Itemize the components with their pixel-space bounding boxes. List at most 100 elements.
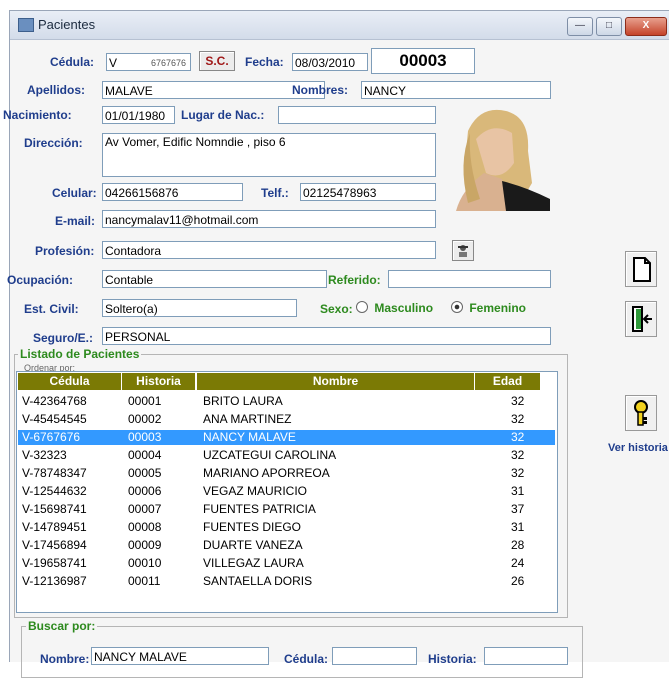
cell-historia: 00003: [128, 430, 162, 444]
table-row[interactable]: V-12136987 00011 SANTAELLA DORIS 26: [18, 574, 555, 589]
person-search-icon: [458, 245, 468, 257]
sexo-femenino-radio[interactable]: Femenino: [451, 301, 526, 315]
cell-edad: 37: [511, 502, 525, 516]
cell-nombre: SANTAELLA DORIS: [203, 574, 313, 588]
minimize-button[interactable]: —: [567, 17, 593, 36]
cell-nombre: BRITO LAURA: [203, 394, 283, 408]
cell-historia: 00006: [128, 484, 162, 498]
new-button[interactable]: [625, 251, 657, 287]
referido-field[interactable]: [388, 270, 551, 288]
table-row[interactable]: V-45454545 00002 ANA MARTINEZ 32: [18, 412, 555, 427]
profesion-label: Profesión:: [35, 244, 95, 258]
close-button[interactable]: X: [625, 17, 667, 36]
seguro-field[interactable]: PERSONAL: [102, 327, 551, 345]
cell-cedula: V-12136987: [22, 574, 87, 588]
estcivil-field[interactable]: Soltero(a): [102, 299, 297, 317]
patients-table: Cédula Historia Nombre Edad V-42364768 00…: [16, 371, 558, 613]
fecha-field[interactable]: 08/03/2010: [292, 53, 368, 71]
nacimiento-field[interactable]: 01/01/1980: [102, 106, 175, 124]
cell-nombre: DUARTE VANEZA: [203, 538, 303, 552]
fecha-label: Fecha:: [245, 55, 284, 69]
table-row[interactable]: V-19658741 00010 VILLEGAZ LAURA 24: [18, 556, 555, 571]
cell-nombre: FUENTES DIEGO: [203, 520, 302, 534]
lugar-field[interactable]: [278, 106, 436, 124]
buscar-cedula-label: Cédula:: [284, 652, 329, 666]
key-icon: [634, 400, 648, 426]
cedula-label: Cédula:: [50, 55, 95, 69]
cell-edad: 31: [511, 520, 525, 534]
window-icon: [18, 18, 34, 32]
referido-label: Referido:: [328, 273, 381, 287]
buscar-historia-field[interactable]: [484, 647, 568, 665]
window-title: Pacientes: [38, 17, 96, 32]
femenino-label: Femenino: [469, 301, 527, 315]
table-row[interactable]: V-32323 00004 UZCATEGUI CAROLINA 32: [18, 448, 555, 463]
cell-edad: 31: [511, 484, 525, 498]
cedula-prefix: V: [109, 56, 118, 70]
exit-button[interactable]: [625, 301, 657, 337]
col-historia[interactable]: Historia: [122, 373, 196, 390]
buscar-nombre-label: Nombre:: [40, 652, 90, 666]
buscar-cedula-field[interactable]: [332, 647, 417, 665]
telf-field[interactable]: 02125478963: [300, 183, 436, 201]
col-nombre[interactable]: Nombre: [197, 373, 475, 390]
ver-historia-button[interactable]: [625, 395, 657, 431]
direccion-field[interactable]: Av Vomer, Edific Nomndie , piso 6: [102, 133, 436, 177]
sc-button[interactable]: S.C.: [199, 51, 235, 71]
buscar-nombre-field[interactable]: NANCY MALAVE: [91, 647, 269, 665]
cell-cedula: V-12544632: [22, 484, 87, 498]
cell-edad: 24: [511, 556, 525, 570]
ocupacion-field[interactable]: Contable: [102, 270, 327, 288]
celular-field[interactable]: 04266156876: [102, 183, 243, 201]
masculino-label: Masculino: [374, 301, 434, 315]
cell-historia: 00001: [128, 394, 162, 408]
title-bar: Pacientes — □ X: [10, 11, 669, 40]
email-label: E-mail:: [55, 214, 96, 228]
cell-edad: 32: [511, 466, 525, 480]
cell-cedula: V-42364768: [22, 394, 87, 408]
listado-title: Listado de Pacientes: [18, 347, 142, 361]
cell-nombre: VILLEGAZ LAURA: [203, 556, 304, 570]
cedula-field[interactable]: V 6767676: [106, 53, 191, 71]
radio-empty-icon: [356, 301, 368, 313]
cell-historia: 00005: [128, 466, 162, 480]
ver-historia-label[interactable]: Ver historia: [608, 442, 668, 454]
buscar-title: Buscar por:: [26, 619, 98, 633]
table-row[interactable]: V-12544632 00006 VEGAZ MAURICIO 31: [18, 484, 555, 499]
cell-cedula: V-78748347: [22, 466, 87, 480]
table-row[interactable]: V-42364768 00001 BRITO LAURA 32: [18, 394, 555, 409]
sexo-masculino-radio[interactable]: Masculino: [356, 301, 433, 315]
email-field[interactable]: nancymalav11@hotmail.com: [102, 210, 436, 228]
cell-historia: 00011: [128, 574, 161, 588]
col-edad[interactable]: Edad: [475, 373, 541, 390]
cell-edad: 32: [511, 448, 525, 462]
cell-historia: 00004: [128, 448, 162, 462]
table-row[interactable]: V-6767676 00003 NANCY MALAVE 32: [18, 430, 555, 445]
profesion-field[interactable]: Contadora: [102, 241, 436, 259]
cell-cedula: V-19658741: [22, 556, 87, 570]
cell-edad: 32: [511, 430, 525, 444]
exit-door-icon: [632, 306, 652, 332]
table-row[interactable]: V-17456894 00009 DUARTE VANEZA 28: [18, 538, 555, 553]
cell-nombre: NANCY MALAVE: [203, 430, 296, 444]
sexo-label: Sexo:: [320, 302, 353, 316]
new-document-icon: [633, 257, 651, 282]
table-row[interactable]: V-14789451 00008 FUENTES DIEGO 31: [18, 520, 555, 535]
cell-cedula: V-32323: [22, 448, 67, 462]
person-search-button[interactable]: [452, 240, 474, 261]
radio-checked-icon: [451, 301, 463, 313]
cell-historia: 00010: [128, 556, 162, 570]
cell-nombre: FUENTES PATRICIA: [203, 502, 316, 516]
cedula-value: 6767676: [150, 58, 186, 68]
table-row[interactable]: V-78748347 00005 MARIANO APORREOA 32: [18, 466, 555, 481]
ocupacion-label: Ocupación:: [7, 273, 74, 287]
buscar-historia-label: Historia:: [428, 652, 477, 666]
cell-cedula: V-14789451: [22, 520, 87, 534]
cell-historia: 00009: [128, 538, 162, 552]
nombres-field[interactable]: NANCY: [361, 81, 551, 99]
nacimiento-label: Nacimiento:: [3, 108, 72, 122]
col-cedula[interactable]: Cédula: [18, 373, 122, 390]
table-row[interactable]: V-15698741 00007 FUENTES PATRICIA 37: [18, 502, 555, 517]
maximize-button[interactable]: □: [596, 17, 622, 36]
cell-cedula: V-17456894: [22, 538, 87, 552]
